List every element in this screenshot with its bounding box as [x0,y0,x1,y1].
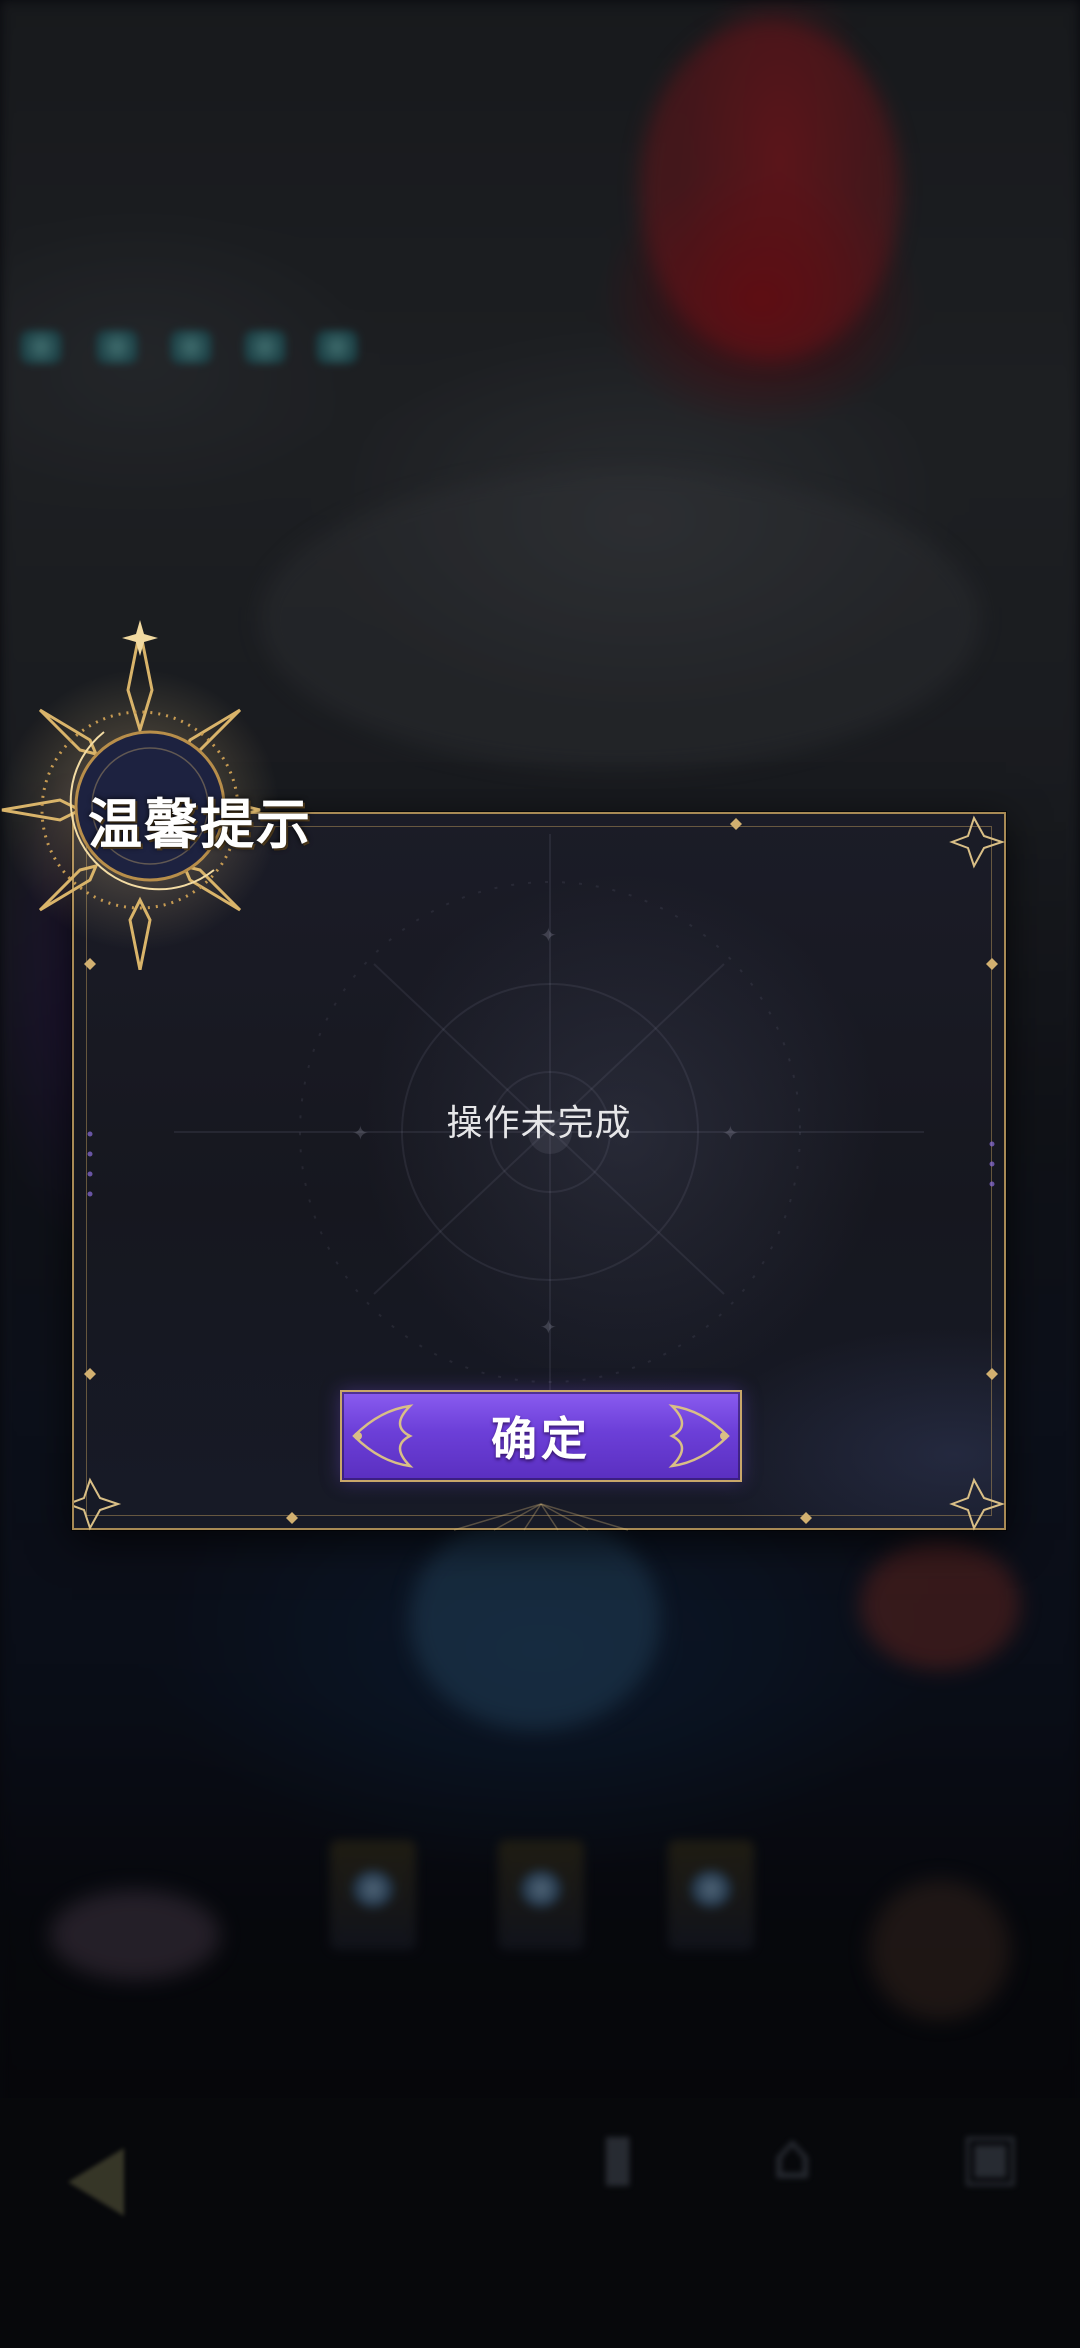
nav-icon-3[interactable]: ▣ [960,2120,1020,2194]
confirm-button[interactable]: 确定 [340,1390,742,1482]
svg-text:✦: ✦ [540,923,557,947]
nav-icon-1[interactable]: ▮ [600,2120,635,2194]
button-ornament-right [668,1404,730,1468]
dialog-title: 温馨提示 [88,792,312,856]
game-screen: ▮ ⌂ ▣ ✦ ✦ ✦ ✦ 操作未完成 确定 温馨提示 [0,0,1080,2348]
nav-icon-2[interactable]: ⌂ [772,2120,813,2194]
button-ornament-left [352,1404,414,1468]
dialog-message: 操作未完成 [446,1103,632,1144]
confirm-button-label: 确定 [491,1412,591,1466]
back-triangle-icon[interactable] [62,2142,132,2222]
svg-text:✦: ✦ [540,1315,557,1339]
navigation-bar [0,2098,1080,2348]
